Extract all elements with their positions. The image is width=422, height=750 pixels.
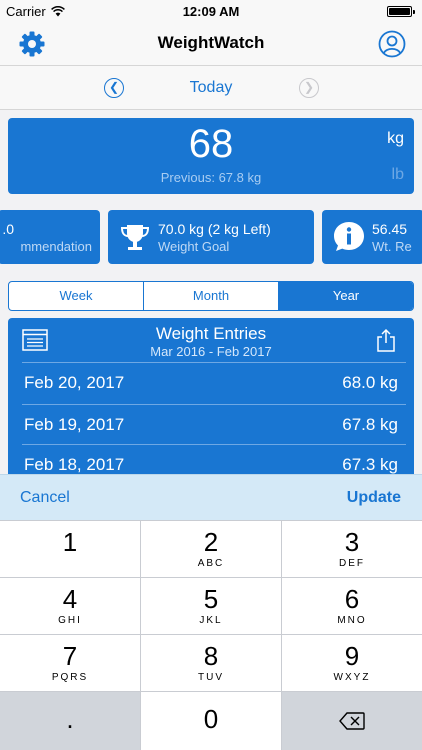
key-digit: 9	[344, 641, 360, 671]
key-9[interactable]: 9 WXYZ	[282, 635, 422, 691]
tab-year[interactable]: Year	[279, 282, 413, 310]
recommendation-card[interactable]: .0 mmendation	[0, 210, 100, 264]
backspace-icon	[339, 712, 365, 730]
key-digit: 7	[62, 641, 78, 671]
numeric-keypad: 1 2 ABC 3 DEF 4 GHI 5 JKL 6 MNO 7 PQRS 8…	[0, 520, 422, 750]
key-digit: 2	[203, 527, 219, 557]
entry-date: Feb 19, 2017	[24, 415, 125, 434]
tab-month[interactable]: Month	[144, 282, 279, 310]
key-digit: 1	[62, 527, 78, 557]
date-navigator: ❮ Today ❯	[0, 66, 422, 110]
weight-goal-label: Weight Goal	[158, 239, 230, 254]
entry-row[interactable]: Feb 19, 2017 67.8 kg	[8, 404, 414, 444]
entry-row[interactable]: Feb 20, 2017 68.0 kg	[8, 362, 414, 402]
key-6[interactable]: 6 MNO	[282, 578, 422, 634]
cancel-button[interactable]: Cancel	[20, 489, 70, 507]
key-letters: ABC	[197, 558, 225, 569]
app-title: WeightWatch	[157, 33, 265, 52]
entries-date-range: Mar 2016 - Feb 2017	[150, 344, 272, 359]
key-5[interactable]: 5 JKL	[141, 578, 281, 634]
entry-date: Feb 20, 2017	[24, 373, 125, 392]
share-icon[interactable]	[376, 328, 396, 352]
key-digit: 6	[344, 584, 360, 614]
nav-bar: WeightWatch	[0, 22, 422, 66]
key-letters: JKL	[199, 615, 223, 626]
info-icon	[334, 222, 364, 251]
key-1[interactable]: 1	[0, 521, 140, 577]
key-digit: 4	[62, 584, 78, 614]
unit-lb-toggle[interactable]: lb	[392, 166, 404, 184]
key-decimal[interactable]: .	[0, 692, 140, 750]
entries-title: Weight Entries	[155, 324, 267, 343]
unit-kg-toggle[interactable]: kg	[387, 130, 404, 148]
tab-week[interactable]: Week	[9, 282, 144, 310]
trophy-icon	[120, 225, 150, 250]
key-0[interactable]: 0	[141, 692, 281, 750]
key-digit: 5	[203, 584, 219, 614]
current-weight-card[interactable]: 68 Previous: 67.8 kg kg lb	[8, 118, 414, 194]
entry-value: 67.8 kg	[342, 415, 398, 434]
weight-info-value: 56.45	[372, 221, 408, 237]
weight-goal-value: 70.0 kg (2 kg Left)	[158, 221, 271, 237]
weight-info-label: Wt. Re	[372, 239, 412, 254]
key-3[interactable]: 3 DEF	[282, 521, 422, 577]
key-letters: GHI	[58, 615, 82, 626]
status-bar: Carrier 12:09 AM	[0, 0, 422, 22]
weight-goal-card[interactable]: 70.0 kg (2 kg Left) Weight Goal	[108, 210, 314, 264]
recommendation-label: mmendation	[20, 239, 92, 254]
key-8[interactable]: 8 TUV	[141, 635, 281, 691]
key-letters: PQRS	[51, 672, 89, 683]
key-digit: 3	[344, 527, 360, 557]
entry-row[interactable]: Feb 18, 2017 67.3 kg	[8, 444, 414, 478]
weight-info-card[interactable]: 56.45 Wt. Re	[322, 210, 422, 264]
key-letters: TUV	[198, 672, 224, 683]
key-7[interactable]: 7 PQRS	[0, 635, 140, 691]
key-digit: 0	[203, 704, 219, 734]
entry-date: Feb 18, 2017	[24, 455, 125, 474]
backspace-key[interactable]	[282, 692, 422, 750]
recommendation-value: .0	[2, 221, 14, 237]
next-day-button[interactable]: ❯	[299, 78, 319, 98]
current-weight-value: 68	[188, 122, 234, 166]
key-letters: MNO	[337, 615, 367, 626]
period-segmented-control: Week Month Year	[8, 281, 414, 311]
entry-value: 68.0 kg	[342, 373, 398, 392]
key-digit: .	[66, 704, 74, 734]
key-2[interactable]: 2 ABC	[141, 521, 281, 577]
key-letters: DEF	[339, 558, 365, 569]
update-button[interactable]: Update	[347, 489, 401, 507]
status-time: 12:09 AM	[182, 4, 240, 19]
entry-value: 67.3 kg	[342, 455, 398, 474]
key-digit: 8	[203, 641, 219, 671]
profile-icon[interactable]	[378, 30, 406, 58]
date-label[interactable]: Today	[0, 79, 422, 97]
key-letters: WXYZ	[333, 672, 371, 683]
keyboard-accessory-bar: Cancel Update	[0, 474, 422, 520]
key-4[interactable]: 4 GHI	[0, 578, 140, 634]
battery-icon	[387, 6, 415, 17]
weight-entries-card: Weight Entries Mar 2016 - Feb 2017 Feb 2…	[8, 318, 414, 478]
previous-weight-label: Previous: 67.8 kg	[160, 170, 262, 185]
